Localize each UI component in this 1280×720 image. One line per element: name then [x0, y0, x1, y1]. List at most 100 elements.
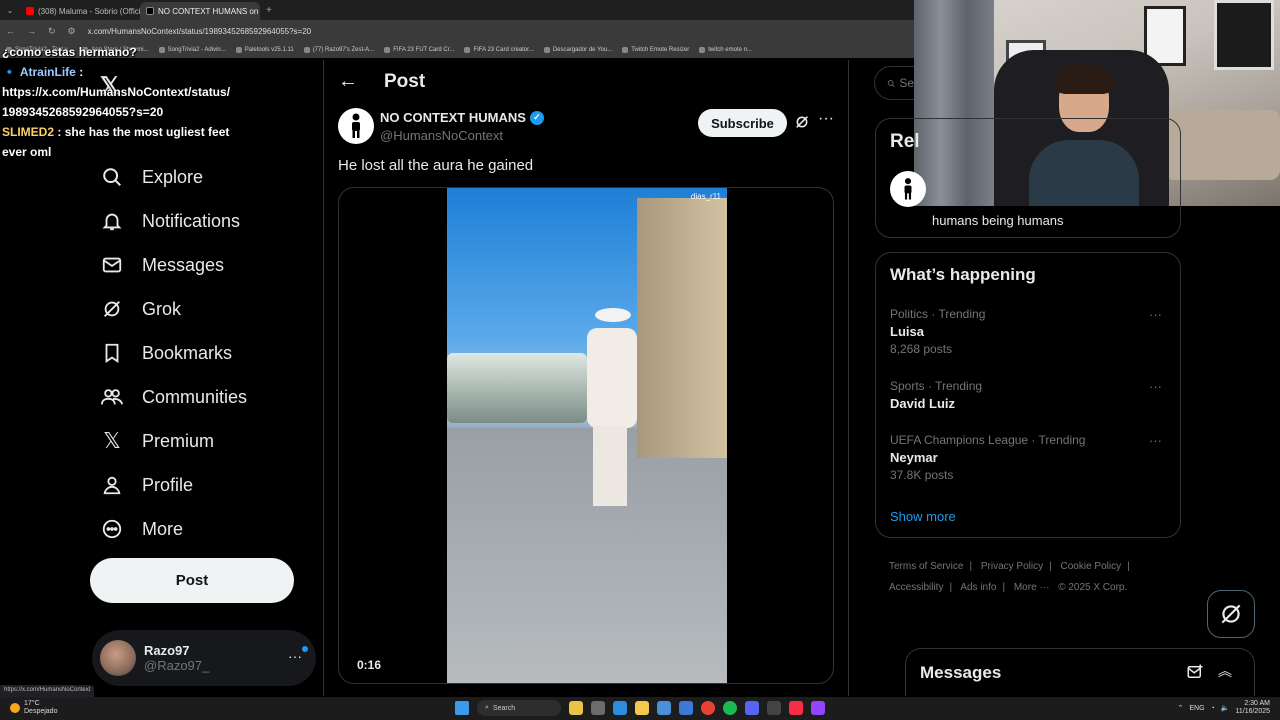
footer-link-terms[interactable]: Terms of Service	[889, 561, 963, 572]
account-switcher[interactable]: Razo97 @Razo97_ ···	[92, 630, 316, 686]
tab-list-chevron-icon[interactable]: ⌄	[0, 6, 20, 15]
more-dots-icon[interactable]: ···	[818, 110, 834, 128]
bookmark-item[interactable]: FIFA 23 FUT Card Cr...	[384, 47, 454, 53]
mail-icon[interactable]	[679, 701, 693, 715]
weather-temp: 17°C	[24, 700, 40, 707]
sidebar-item-label: Notifications	[142, 210, 241, 231]
search-input[interactable]: Se	[874, 66, 914, 100]
footer-link-ads[interactable]: Ads info	[960, 582, 996, 593]
expand-chevron-icon[interactable]: ︽	[1218, 661, 1232, 681]
reload-icon[interactable]: ↻	[42, 26, 62, 37]
discord-icon[interactable]	[745, 701, 759, 715]
trend-item[interactable]: Sports · Trending David Luiz ···	[890, 379, 1170, 411]
more-dots-icon[interactable]: ···	[1149, 379, 1162, 394]
post-button[interactable]: Post	[90, 558, 294, 603]
chat-message: SLIMED2 : she has the most ugliest feet …	[2, 125, 230, 159]
sidebar-item-bookmarks[interactable]: Bookmarks	[100, 331, 247, 375]
person-icon	[100, 473, 124, 497]
url-field[interactable]: x.com/HumansNoContext/status/19893452685…	[88, 27, 312, 36]
site-info-icon[interactable]: ⚙	[62, 26, 82, 37]
browser-tab-maluma[interactable]: (308) Maluma - Sobrio (Officia... ✕	[20, 2, 140, 20]
bookmark-icon	[303, 47, 310, 53]
chrome-icon[interactable]	[701, 701, 715, 715]
bookmark-item[interactable]: FIFA 23 Card creator...	[464, 47, 534, 53]
browser-tab-x[interactable]: NO CONTEXT HUMANS on X: ... ✕	[140, 2, 260, 20]
trend-name: Neymar	[890, 450, 938, 465]
sidebar-item-more[interactable]: More	[100, 507, 247, 551]
back-arrow-icon[interactable]: ←	[338, 70, 358, 93]
footer-link-cookie[interactable]: Cookie Policy	[1061, 561, 1122, 572]
author-handle[interactable]: @HumansNoContext	[380, 128, 503, 143]
bookmark-icon	[699, 47, 706, 53]
trend-name: Luisa	[890, 324, 924, 339]
volume-icon[interactable]: 🔈	[1221, 704, 1230, 712]
author-name[interactable]: NO CONTEXT HUMANS ✓	[380, 110, 544, 125]
language-indicator[interactable]: ENG	[1189, 705, 1204, 712]
video-player[interactable]: dias_r11	[447, 188, 727, 683]
task-view-icon[interactable]	[591, 701, 605, 715]
sidebar-item-premium[interactable]: 𝕏 Premium	[100, 419, 247, 463]
trend-category: UEFA Champions League · Trending	[890, 433, 1086, 447]
panel-title: Rel	[890, 131, 920, 152]
author-avatar[interactable]	[338, 108, 374, 144]
edge-icon[interactable]	[613, 701, 627, 715]
account-handle: @Razo97_	[144, 658, 210, 673]
subscribe-button[interactable]: Subscribe	[698, 109, 787, 137]
video-watermark: dias_r11	[690, 192, 721, 201]
footer-links: Terms of Service | Privacy Policy | Cookie…	[889, 561, 1130, 593]
sidebar-item-messages[interactable]: Messages	[100, 243, 247, 287]
twitch-icon[interactable]	[811, 701, 825, 715]
relevant-avatar[interactable]	[890, 171, 926, 207]
sidebar-item-label: Grok	[142, 298, 182, 319]
browser-tab-bar: ⌄ (308) Maluma - Sobrio (Officia... ✕ NO…	[0, 0, 914, 20]
file-explorer-icon[interactable]	[569, 701, 583, 715]
obs-icon[interactable]	[767, 701, 781, 715]
envelope-icon	[100, 253, 124, 277]
messages-drawer[interactable]: Messages ︽	[905, 648, 1255, 696]
weather-widget[interactable]: 17°C Despejado	[10, 700, 57, 716]
footer-link-accessibility[interactable]: Accessibility	[889, 582, 943, 593]
grok-icon[interactable]	[794, 114, 810, 135]
forward-arrow-icon[interactable]: →	[21, 26, 42, 36]
sidebar-item-notifications[interactable]: Notifications	[100, 199, 247, 243]
grok-button[interactable]	[1207, 590, 1255, 638]
trend-item[interactable]: Politics · Trending Luisa 8,268 posts ··…	[890, 307, 1170, 356]
wifi-icon[interactable]: ◔	[1211, 705, 1215, 712]
verified-badge-icon: ✓	[529, 110, 544, 125]
new-tab-icon[interactable]: +	[266, 5, 272, 16]
more-dots-icon[interactable]: ···	[1149, 433, 1162, 448]
sidebar-item-grok[interactable]: Grok	[100, 287, 247, 331]
back-arrow-icon[interactable]: ←	[0, 26, 21, 36]
bookmark-item[interactable]: Paletools v25.1.11	[235, 47, 294, 53]
show-more-link[interactable]: Show more	[890, 509, 956, 524]
sidebar-item-profile[interactable]: Profile	[100, 463, 247, 507]
bell-icon	[100, 209, 124, 233]
sidebar-item-communities[interactable]: Communities	[100, 375, 247, 419]
store-icon[interactable]	[657, 701, 671, 715]
taskbar-search[interactable]: ⌕ Search	[477, 700, 561, 716]
sidebar-item-label: More	[142, 518, 184, 539]
search-icon	[100, 165, 124, 189]
music-icon[interactable]	[789, 701, 803, 715]
folder-icon[interactable]	[635, 701, 649, 715]
windows-start-icon[interactable]	[455, 701, 469, 715]
bookmark-item[interactable]: (77) Razo97's Zest-A...	[303, 47, 374, 53]
clock[interactable]: 2:30 AM 11/16/2025	[1235, 700, 1270, 716]
bookmark-icon	[100, 341, 124, 365]
footer-link-more[interactable]: More ···	[1014, 582, 1050, 593]
x-icon: 𝕏	[103, 428, 121, 453]
weather-desc: Despejado	[24, 708, 58, 715]
bookmark-item[interactable]: Descargador de You...	[543, 47, 612, 53]
post-media[interactable]: dias_r11 0:16	[338, 187, 834, 684]
spotify-icon[interactable]	[723, 701, 737, 715]
footer-link-privacy[interactable]: Privacy Policy	[981, 561, 1043, 572]
more-dots-icon[interactable]: ···	[288, 648, 302, 664]
tray-chevron-icon[interactable]: ⌃	[1177, 704, 1183, 712]
new-message-icon[interactable]	[1186, 663, 1204, 686]
trend-item[interactable]: UEFA Champions League · Trending Neymar …	[890, 433, 1170, 482]
bookmark-item[interactable]: Twitch Emote Resizer	[622, 47, 689, 53]
copyright: © 2025 X Corp.	[1058, 582, 1128, 593]
whats-happening-panel: What’s happening Politics · Trending Lui…	[875, 252, 1181, 538]
bookmark-item[interactable]: twitch emote n...	[699, 47, 752, 53]
more-dots-icon[interactable]: ···	[1149, 307, 1162, 322]
